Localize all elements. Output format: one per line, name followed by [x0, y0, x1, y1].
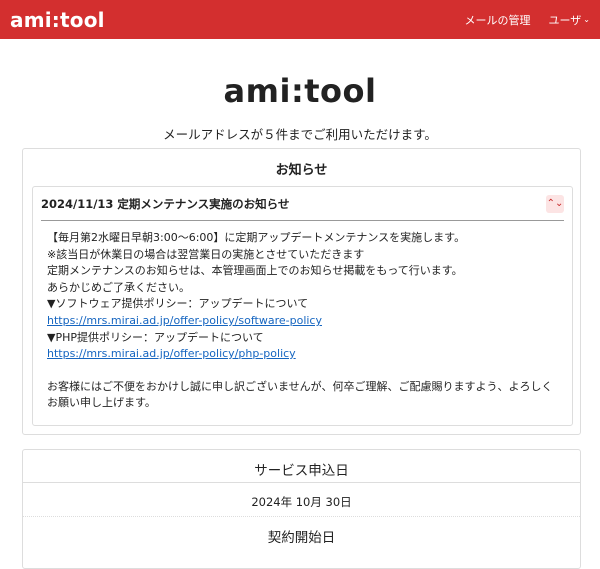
- notice-item-body: 【毎月第2水曜日早朝3:00～6:00】に定期アップデートメンテナンスを実施しま…: [33, 221, 572, 412]
- php-policy-link[interactable]: https://mrs.mirai.ad.jp/offer-policy/php…: [47, 347, 296, 360]
- notice-line: あらかじめご了承ください。: [47, 280, 190, 294]
- software-policy-link[interactable]: https://mrs.mirai.ad.jp/offer-policy/sof…: [47, 314, 322, 327]
- notice-line: ※該当日が休業日の場合は翌営業日の実施とさせていただきます: [47, 247, 365, 261]
- notice-item-title: 2024/11/13 定期メンテナンス実施のお知らせ: [41, 196, 290, 211]
- notice-line: ▼PHP提供ポリシー：アップデートについて: [47, 330, 264, 344]
- service-apply-date: 2024年 10月 30日: [23, 483, 580, 517]
- notice-item-header[interactable]: 2024/11/13 定期メンテナンス実施のお知らせ ⌃⌄: [33, 187, 572, 220]
- nav-user-label: ユーザ: [548, 13, 582, 27]
- page-subtitle: メールアドレスが５件までご利用いただけます。: [163, 127, 437, 142]
- notice-line: 定期メンテナンスのお知らせは、本管理画面上でのお知らせ掲載をもって行います。: [47, 264, 463, 278]
- notice-item: 2024/11/13 定期メンテナンス実施のお知らせ ⌃⌄ 【毎月第2水曜日早朝…: [32, 186, 573, 426]
- nav-user-dropdown[interactable]: ユーザ ⌄: [549, 12, 590, 28]
- top-navbar: ami:tool メールの管理 ユーザ ⌄: [0, 0, 600, 39]
- notice-line: 【毎月第2水曜日早朝3:00～6:00】に定期アップデートメンテナンスを実施しま…: [47, 231, 466, 244]
- contract-start-label: 契約開始日: [267, 530, 336, 546]
- collapse-toggle-icon[interactable]: ⌃⌄: [546, 194, 564, 213]
- notices-title: お知らせ: [275, 163, 328, 178]
- notice-closing: お客様にはご不便をおかけし誠に申し訳ございませんが、何卒ご理解、ご配慮賜りますよ…: [47, 379, 553, 410]
- nav-menu: メールの管理 ユーザ ⌄: [465, 12, 590, 28]
- notices-card: お知らせ 2024/11/13 定期メンテナンス実施のお知らせ ⌃⌄ 【毎月第2…: [22, 148, 581, 435]
- chevron-down-icon: ⌄: [583, 15, 590, 24]
- brand-logo[interactable]: ami:tool: [10, 8, 105, 32]
- service-info-card: サービス申込日 2024年 10月 30日 契約開始日: [22, 449, 581, 569]
- service-apply-label: サービス申込日: [23, 450, 580, 483]
- notice-line: ▼ソフトウェア提供ポリシー：アップデートについて: [47, 297, 309, 311]
- nav-mail-management[interactable]: メールの管理: [465, 12, 531, 28]
- page-title: ami:tool: [223, 72, 377, 110]
